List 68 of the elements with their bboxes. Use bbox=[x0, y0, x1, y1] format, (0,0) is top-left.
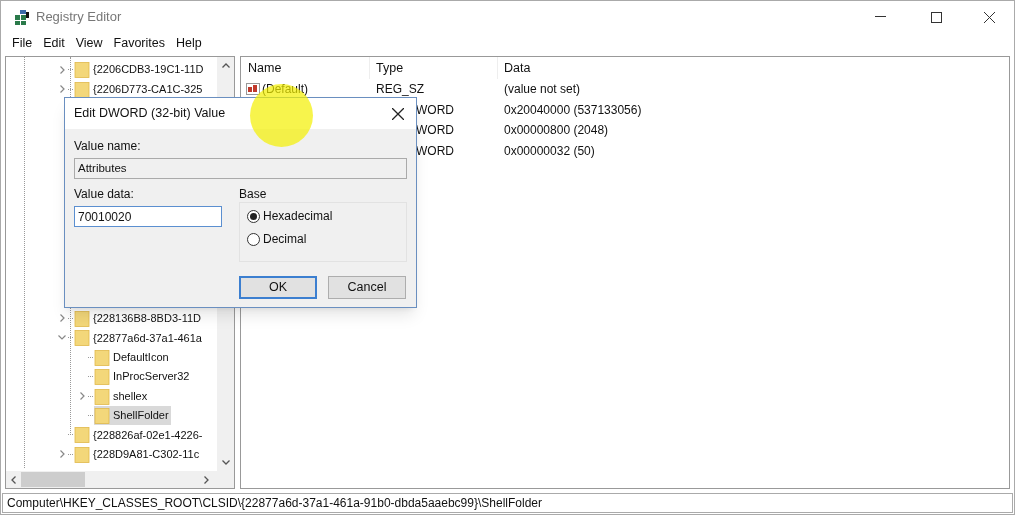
field-label: Value data: bbox=[74, 187, 135, 201]
table-cell-text: REG_SZ bbox=[376, 81, 424, 99]
tree-item[interactable]: shellex bbox=[94, 386, 150, 406]
menu-item[interactable]: View bbox=[70, 33, 108, 53]
value-data-field[interactable]: 70010020 bbox=[74, 206, 222, 227]
menu-item[interactable]: Edit bbox=[38, 33, 70, 53]
minimize-icon bbox=[874, 16, 886, 18]
table-cell-text: 0x20040000 (537133056) bbox=[504, 101, 642, 119]
scroll-down-icon[interactable] bbox=[221, 460, 230, 465]
horizontal-scrollbar[interactable] bbox=[6, 471, 234, 488]
expand-icon[interactable] bbox=[79, 392, 85, 401]
column-header[interactable]: Name bbox=[241, 57, 369, 79]
tree-item[interactable]: {2206D773-CA1C-325 bbox=[74, 79, 205, 99]
folder-icon bbox=[74, 61, 90, 79]
radio-button[interactable] bbox=[247, 209, 260, 223]
radio-option[interactable]: Hexadecimal bbox=[247, 207, 406, 225]
table-cell-text: WORD bbox=[416, 142, 454, 160]
column-header[interactable]: Type bbox=[369, 57, 497, 79]
folder-icon bbox=[74, 80, 90, 98]
table-cell-text: 0x00000032 (50) bbox=[504, 142, 595, 160]
scroll-left-icon[interactable] bbox=[11, 475, 16, 484]
table-cell-text: WORD bbox=[416, 101, 454, 119]
dialog-title: Edit DWORD (32-bit) Value bbox=[74, 105, 226, 123]
tree-item[interactable]: {2206CDB3-19C1-11D bbox=[74, 60, 206, 80]
tree-item[interactable]: {22877a6d-37a1-461a bbox=[74, 328, 204, 348]
expand-icon[interactable] bbox=[59, 85, 65, 94]
expand-icon[interactable] bbox=[59, 450, 65, 459]
column-header[interactable]: Data bbox=[497, 57, 1009, 79]
folder-icon bbox=[74, 426, 90, 444]
dialog-button[interactable]: Cancel bbox=[328, 276, 406, 299]
menu-item[interactable]: Favorites bbox=[108, 33, 170, 53]
maximize-icon bbox=[930, 11, 942, 23]
folder-icon bbox=[74, 309, 90, 327]
collapse-icon[interactable] bbox=[58, 335, 66, 341]
scrollbar-thumb[interactable] bbox=[21, 472, 85, 487]
menu-item[interactable]: File bbox=[7, 33, 38, 53]
folder-icon bbox=[94, 368, 110, 386]
tree-item[interactable]: ShellFolder bbox=[94, 405, 171, 425]
expand-icon[interactable] bbox=[59, 65, 65, 74]
folder-icon bbox=[94, 387, 110, 405]
table-cell-text: WORD bbox=[416, 122, 454, 140]
radio-button[interactable] bbox=[247, 232, 260, 246]
string-value-icon bbox=[246, 83, 260, 96]
group-label: Base bbox=[239, 187, 268, 201]
value-name-field[interactable]: Attributes bbox=[74, 158, 407, 179]
app-icon bbox=[13, 8, 30, 26]
scroll-right-icon[interactable] bbox=[204, 475, 209, 484]
close-icon bbox=[983, 11, 995, 23]
expand-icon[interactable] bbox=[59, 314, 65, 323]
tree-item[interactable]: DefaultIcon bbox=[94, 347, 171, 367]
status-bar: Computer\HKEY_CLASSES_ROOT\CLSID\{22877a6d-37a1-461a-91b0-dbda5aaebc99}\ShellFolder bbox=[2, 493, 1013, 513]
tree-item[interactable]: {228D9A81-C302-11c bbox=[74, 444, 202, 464]
scroll-up-icon[interactable] bbox=[221, 63, 230, 68]
menu-item[interactable]: Help bbox=[171, 33, 207, 53]
tree-item[interactable]: {228826af-02e1-4226- bbox=[74, 425, 205, 445]
table-cell-text: 0x00000800 (2048) bbox=[504, 122, 609, 140]
folder-icon bbox=[74, 329, 90, 347]
table-cell-text: (value not set) bbox=[504, 81, 581, 99]
dialog-button[interactable]: OK bbox=[239, 276, 317, 299]
close-icon bbox=[392, 107, 404, 120]
tree-item[interactable]: {228136B8-8BD3-11D bbox=[74, 308, 204, 328]
field-label: Value name: bbox=[74, 139, 142, 153]
tree-item[interactable]: InProcServer32 bbox=[94, 367, 192, 387]
window-title: Registry Editor bbox=[36, 8, 122, 27]
folder-icon bbox=[94, 348, 110, 366]
radio-option[interactable]: Decimal bbox=[247, 230, 406, 248]
folder-icon bbox=[74, 445, 90, 463]
folder-icon bbox=[94, 406, 110, 424]
